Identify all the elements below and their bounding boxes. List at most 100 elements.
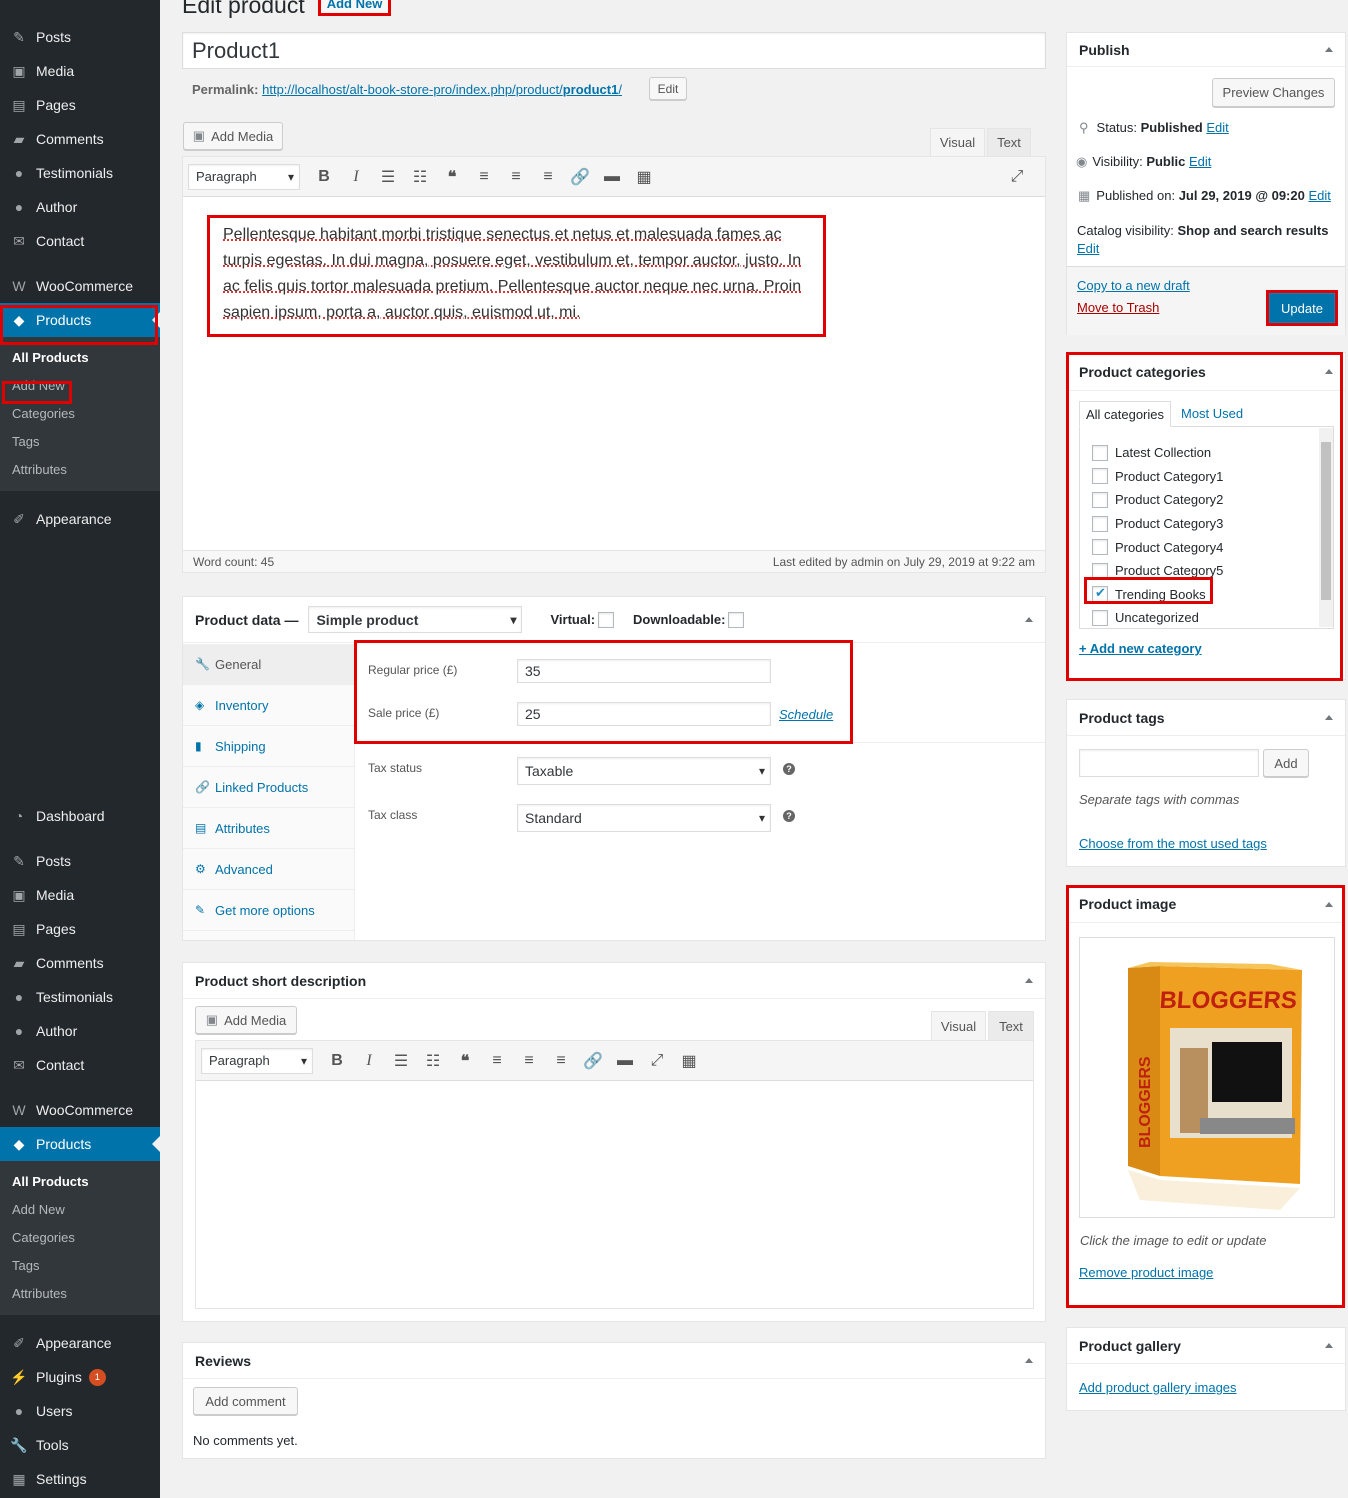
format-select[interactable]: Paragraph — [201, 1047, 313, 1074]
bold-icon[interactable]: B — [321, 1052, 353, 1070]
sidebar-item-settings[interactable]: ▦ Settings — [0, 1462, 160, 1496]
read-more-icon[interactable]: ▬ — [596, 168, 628, 186]
choose-tags-link[interactable]: Choose from the most used tags — [1079, 836, 1267, 851]
editor-content[interactable]: Pellentesque habitant morbi tristique se… — [207, 215, 826, 337]
collapse-icon[interactable] — [1025, 613, 1033, 622]
product-tab-advanced[interactable]: ⚙ Advanced — [183, 849, 354, 890]
submenu-item-add-new[interactable]: Add New — [0, 1196, 160, 1224]
sidebar-item-appearance[interactable]: ✐ Appearance — [0, 1326, 160, 1360]
downloadable-checkbox[interactable] — [728, 611, 745, 628]
add-gallery-images-link[interactable]: Add product gallery images — [1079, 1380, 1237, 1395]
sidebar-item-users[interactable]: ● Users — [0, 1394, 160, 1428]
sidebar-item-media[interactable]: ▣ Media — [0, 878, 160, 912]
align-center-icon[interactable]: ≡ — [513, 1052, 545, 1070]
link-icon[interactable]: 🔗 — [577, 1051, 609, 1071]
add-tag-button[interactable]: Add — [1263, 749, 1309, 777]
sidebar-item-contact[interactable]: ✉ Contact — [0, 224, 160, 258]
update-button[interactable]: Update — [1270, 294, 1334, 322]
tag-input[interactable] — [1079, 749, 1259, 777]
align-left-icon[interactable]: ≡ — [468, 168, 500, 186]
help-icon[interactable]: ? — [783, 763, 795, 775]
tab-all-categories[interactable]: All categories — [1079, 401, 1171, 427]
sidebar-item-testimonials[interactable]: ● Testimonials — [0, 980, 160, 1014]
add-comment-button[interactable]: Add comment — [193, 1387, 298, 1415]
bullet-list-icon[interactable]: ☰ — [372, 167, 404, 187]
tab-text[interactable]: Text — [988, 1011, 1034, 1041]
product-type-select[interactable]: Simple product — [308, 606, 523, 633]
add-media-button[interactable]: ▣ Add Media — [183, 122, 283, 150]
product-tab-get-more-options[interactable]: ✎ Get more options — [183, 890, 354, 931]
tab-text[interactable]: Text — [987, 128, 1031, 157]
sidebar-item-author[interactable]: ● Author — [0, 190, 160, 224]
sidebar-item-pages[interactable]: ▤ Pages — [0, 912, 160, 946]
bold-icon[interactable]: B — [308, 168, 340, 186]
align-left-icon[interactable]: ≡ — [481, 1052, 513, 1070]
add-media-button[interactable]: ▣ Add Media — [195, 1006, 297, 1034]
edit-visibility-link[interactable]: Edit — [1189, 154, 1211, 169]
toolbar-toggle-icon[interactable]: ▦ — [673, 1051, 705, 1071]
submenu-item-all-products[interactable]: All Products — [0, 1168, 160, 1196]
product-tab-linked-products[interactable]: 🔗 Linked Products — [183, 767, 354, 808]
product-tab-inventory[interactable]: ◈ Inventory — [183, 685, 354, 726]
sidebar-item-media[interactable]: ▣ Media — [0, 54, 160, 88]
submenu-item-tags[interactable]: Tags — [0, 428, 160, 456]
submenu-item-tags[interactable]: Tags — [0, 1252, 160, 1280]
preview-changes-button[interactable]: Preview Changes — [1212, 78, 1335, 107]
sidebar-item-posts[interactable]: ✎ Posts — [0, 20, 160, 54]
submenu-item-attributes[interactable]: Attributes — [0, 456, 160, 484]
blockquote-icon[interactable]: ❝ — [436, 167, 468, 187]
tab-visual[interactable]: Visual — [930, 128, 985, 157]
product-tab-attributes[interactable]: ▤ Attributes — [183, 808, 354, 849]
sidebar-item-woocommerce[interactable]: W WooCommerce — [0, 269, 160, 303]
sidebar-item-woocommerce[interactable]: W WooCommerce — [0, 1093, 160, 1127]
italic-icon[interactable]: I — [340, 168, 372, 186]
sidebar-item-posts[interactable]: ✎ Posts — [0, 844, 160, 878]
tax-class-select[interactable]: Standard — [517, 804, 771, 832]
edit-status-link[interactable]: Edit — [1206, 120, 1228, 135]
align-right-icon[interactable]: ≡ — [545, 1052, 577, 1070]
submenu-item-all-products[interactable]: All Products — [0, 344, 160, 372]
numbered-list-icon[interactable]: ☷ — [404, 167, 436, 187]
sidebar-item-plugins[interactable]: ⚡ Plugins 1 — [0, 1360, 160, 1394]
sidebar-item-testimonials[interactable]: ● Testimonials — [0, 156, 160, 190]
collapse-icon[interactable] — [1325, 43, 1333, 52]
edit-date-link[interactable]: Edit — [1308, 188, 1330, 203]
align-right-icon[interactable]: ≡ — [532, 168, 564, 186]
align-center-icon[interactable]: ≡ — [500, 168, 532, 186]
sidebar-item-pages[interactable]: ▤ Pages — [0, 88, 160, 122]
virtual-checkbox[interactable] — [598, 611, 615, 628]
tax-status-select[interactable]: Taxable — [517, 757, 771, 785]
product-tab-shipping[interactable]: ▮ Shipping — [183, 726, 354, 767]
collapse-icon[interactable] — [1325, 1339, 1333, 1348]
submenu-item-attributes[interactable]: Attributes — [0, 1280, 160, 1308]
add-new-button[interactable]: Add New — [318, 0, 391, 16]
edit-catalog-link[interactable]: Edit — [1077, 241, 1099, 256]
sidebar-item-dashboard[interactable]: ◔Dashboard — [0, 799, 160, 833]
tab-visual[interactable]: Visual — [931, 1011, 986, 1041]
sidebar-item-dashboard[interactable]: ◔Dashboard — [0, 0, 160, 9]
permalink-edit-button[interactable]: Edit — [649, 77, 687, 100]
read-more-icon[interactable]: ▬ — [609, 1052, 641, 1070]
sidebar-item-appearance[interactable]: ✐ Appearance — [0, 502, 160, 536]
submenu-item-categories[interactable]: Categories — [0, 1224, 160, 1252]
blockquote-icon[interactable]: ❝ — [449, 1051, 481, 1071]
sidebar-item-comments[interactable]: ▰ Comments — [0, 946, 160, 980]
help-icon[interactable]: ? — [783, 810, 795, 822]
sidebar-item-comments[interactable]: ▰ Comments — [0, 122, 160, 156]
product-tab-general[interactable]: 🔧 General — [183, 644, 354, 685]
submenu-item-categories[interactable]: Categories — [0, 400, 160, 428]
copy-draft-link[interactable]: Copy to a new draft — [1077, 278, 1190, 293]
permalink-link[interactable]: http://localhost/alt-book-store-pro/inde… — [262, 82, 622, 97]
fullscreen-icon[interactable]: ⤢ — [641, 1052, 673, 1070]
collapse-icon[interactable] — [1025, 1354, 1033, 1363]
numbered-list-icon[interactable]: ☷ — [417, 1051, 449, 1071]
move-to-trash-link[interactable]: Move to Trash — [1077, 300, 1159, 315]
sidebar-item-products[interactable]: ◆ Products — [0, 1127, 160, 1161]
sidebar-item-contact[interactable]: ✉ Contact — [0, 1048, 160, 1082]
italic-icon[interactable]: I — [353, 1052, 385, 1070]
title-input[interactable]: Product1 — [182, 32, 1046, 69]
format-select[interactable]: Paragraph — [188, 163, 300, 190]
collapse-icon[interactable] — [1325, 711, 1333, 720]
collapse-icon[interactable] — [1025, 974, 1033, 983]
link-icon[interactable]: 🔗 — [564, 167, 596, 187]
